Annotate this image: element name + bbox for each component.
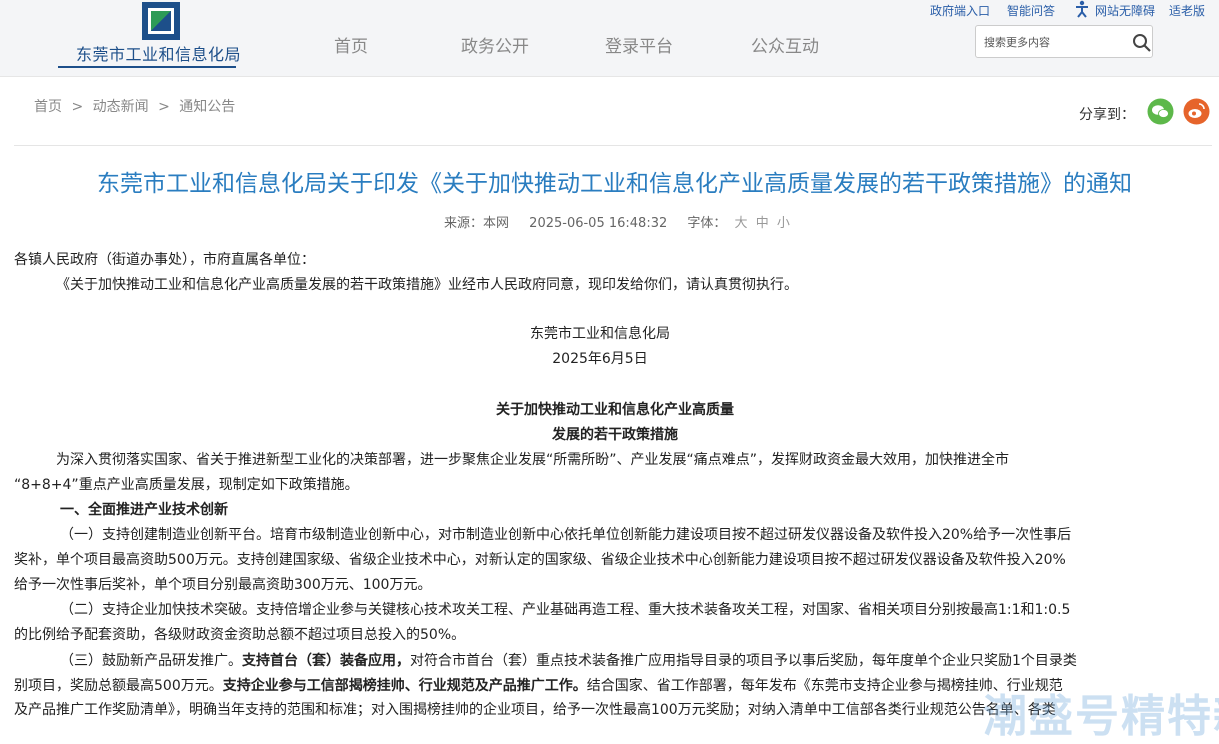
breadcrumb-notices[interactable]: 通知公告 — [179, 99, 235, 115]
item-3-line-1: （三）鼓励新产品研发推广。支持首台（套）装备应用，对符合市首台（套）重点技术装备… — [60, 651, 1077, 671]
doc-title-line-1: 关于加快推动工业和信息化产业高质量 — [496, 402, 734, 418]
breadcrumb-separator: > — [158, 99, 170, 115]
item-3-text-2: 别项目，奖励总额最高500万元。 — [14, 678, 223, 694]
font-size-large[interactable]: 大 — [735, 216, 748, 231]
item-1-line-1: （一）支持创建制造业创新平台。培育市级制造业创新中心，对市制造业创新中心依托单位… — [60, 527, 1072, 543]
item-3-bold-2: 支持企业参与工信部揭榜挂帅、行业规范及产品推广工作。 — [222, 678, 587, 694]
item-3-bold-1: 支持首台（套）装备应用， — [242, 653, 410, 669]
item-1-line-2: 奖补，单个项目最高资助500万元。支持创建国家级、省级企业技术中心，对新认定的国… — [14, 552, 1066, 568]
article-meta: 来源：本网 2025-06-05 16:48:32 字体： 大 中 小 — [444, 212, 794, 231]
font-size-medium[interactable]: 中 — [756, 216, 769, 231]
font-size-label: 字体： — [687, 216, 727, 231]
logo-emblem-icon — [142, 2, 180, 40]
paragraph-1-line-1: 为深入贯彻落实国家、省关于推进新型工业化的决策部署，进一步聚焦企业发展“所需所盼… — [56, 452, 1010, 468]
toplink-elder-mode[interactable]: 适老版 — [1169, 2, 1205, 19]
nav-login-platform[interactable]: 登录平台 — [605, 32, 673, 57]
search-input[interactable] — [984, 32, 1124, 52]
item-3-line-3: 及产品推广工作奖励清单》，明确当年支持的范围和标准；对入围揭榜挂帅的企业项目，给… — [14, 702, 1056, 718]
section-1-heading: 一、全面推进产业技术创新 — [60, 502, 228, 518]
font-size-small[interactable]: 小 — [777, 216, 790, 231]
item-2-line-1: （二）支持企业加快技术突破。支持倍增企业参与关键核心技术攻关工程、产业基础再造工… — [60, 602, 1071, 618]
breadcrumb-home[interactable]: 首页 — [34, 99, 62, 115]
watermark: 潮盛号精特新 — [983, 691, 1219, 742]
nav-public-interaction[interactable]: 公众互动 — [751, 32, 819, 57]
signature-org: 东莞市工业和信息化局 — [530, 326, 670, 342]
site-header: 东莞市工业和信息化局 首页 政务公开 登录平台 公众互动 政府端入口 智能问答 … — [0, 0, 1219, 77]
weibo-share-icon[interactable] — [1183, 98, 1210, 125]
salutation: 各镇人民政府（街道办事处），市府直属各单位： — [14, 252, 315, 268]
search-icon[interactable] — [1132, 33, 1152, 53]
breadcrumb-separator: > — [71, 99, 84, 115]
signature-date: 2025年6月5日 — [552, 351, 648, 367]
site-logo[interactable]: 东莞市工业和信息化局 — [58, 0, 241, 68]
source-label: 来源： — [444, 216, 484, 231]
toplink-gov-portal[interactable]: 政府端入口 — [930, 2, 990, 19]
search-box — [975, 25, 1153, 58]
item-3-intro: （三）鼓励新产品研发推广。 — [60, 653, 242, 669]
toplink-accessibility[interactable]: 网站无障碍 — [1095, 2, 1155, 19]
item-3-text-1: 对符合市首台（套）重点技术装备推广应用指导目录的项目予以事后奖励，每年度单个企业… — [410, 653, 1077, 669]
nav-gov-affairs[interactable]: 政务公开 — [461, 32, 529, 57]
item-1-line-3: 给予一次性事后奖补，单个项目分别最高资助300万元、100万元。 — [14, 577, 432, 593]
share-label: 分享到： — [1079, 107, 1135, 123]
wechat-share-icon[interactable] — [1147, 98, 1174, 125]
doc-title-line-2: 发展的若干政策措施 — [552, 427, 678, 443]
logo-underline — [58, 66, 236, 68]
nav-home[interactable]: 首页 — [334, 32, 368, 57]
intro-paragraph: 《关于加快推动工业和信息化产业高质量发展的若干政策措施》业经市人民政府同意，现印… — [56, 277, 798, 293]
accessibility-icon — [1076, 0, 1088, 18]
header-divider — [14, 145, 1212, 146]
source-value: 本网 — [483, 216, 510, 231]
item-3-line-2: 别项目，奖励总额最高500万元。支持企业参与工信部揭榜挂帅、行业规范及产品推广工… — [14, 676, 1063, 696]
toplink-smart-qa[interactable]: 智能问答 — [1007, 2, 1055, 19]
article-title: 东莞市工业和信息化局关于印发《关于加快推动工业和信息化产业高质量发展的若干政策措… — [97, 171, 1132, 197]
breadcrumb: 首页 > 动态新闻 > 通知公告 — [34, 96, 240, 116]
publish-datetime: 2025-06-05 16:48:32 — [529, 216, 668, 231]
item-2-line-2: 的比例给予配套资助，各级财政资金资助总额不超过项目总投入的50%。 — [14, 627, 466, 643]
breadcrumb-news[interactable]: 动态新闻 — [93, 99, 149, 115]
paragraph-1-line-2: “8+8+4”重点产业高质量发展，现制定如下政策措施。 — [14, 477, 359, 493]
org-name: 东莞市工业和信息化局 — [76, 45, 242, 64]
